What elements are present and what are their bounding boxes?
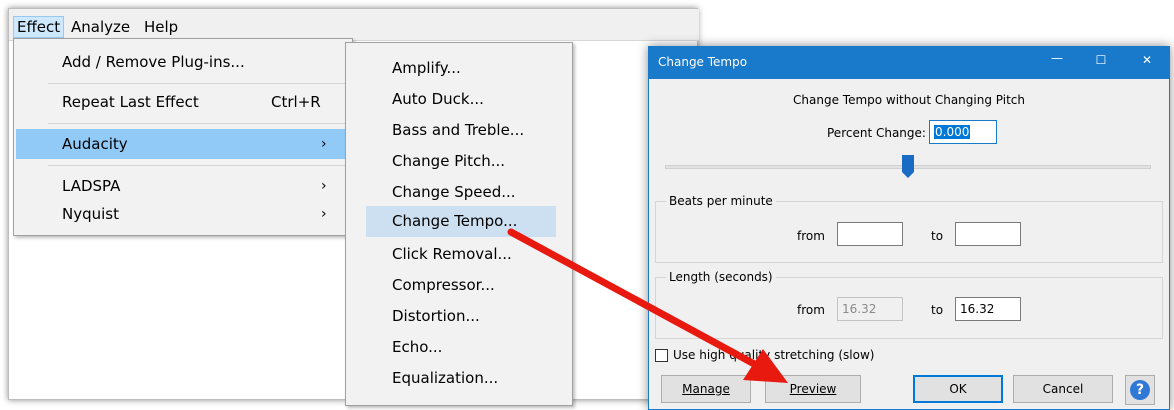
menu-item-repeat-last-effect[interactable]: Repeat Last Effect Ctrl+R (16, 87, 350, 117)
percent-change-label: Percent Change: (827, 126, 926, 140)
menu-item-add-remove-plugins[interactable]: Add / Remove Plug-ins... (16, 47, 350, 77)
bpm-to-label: to (931, 229, 944, 243)
length-from-label: from (797, 303, 825, 317)
dialog-title: Change Tempo (658, 55, 748, 69)
length-from-input: 16.32 (837, 297, 903, 321)
menu-separator (48, 123, 348, 124)
length-group-title: Length (seconds) (666, 270, 776, 284)
close-icon[interactable]: ✕ (1137, 53, 1157, 73)
percent-change-value: 0.000 (934, 125, 971, 139)
effect-dropdown-menu: Add / Remove Plug-ins... Repeat Last Eff… (13, 38, 353, 236)
minimize-icon[interactable]: — (1047, 51, 1067, 71)
ok-button-label: OK (949, 382, 967, 396)
help-icon: ? (1130, 380, 1150, 400)
submenu-item-change-speed[interactable]: Change Speed... (366, 177, 556, 208)
bpm-group: Beats per minute (655, 194, 1163, 263)
menu-item-label: Repeat Last Effect (62, 93, 199, 111)
submenu-item-equalization[interactable]: Equalization... (366, 363, 556, 394)
menu-item-label: Nyquist (62, 205, 119, 223)
help-button[interactable]: ? (1125, 375, 1155, 405)
menu-help[interactable]: Help (141, 16, 181, 38)
menu-item-ladspa[interactable]: LADSPA › (16, 171, 350, 201)
length-from-value: 16.32 (842, 302, 877, 316)
submenu-item-change-tempo[interactable]: Change Tempo... (366, 206, 556, 237)
submenu-item-click-removal[interactable]: Click Removal... (366, 239, 556, 270)
menu-separator (48, 83, 348, 84)
menu-analyze[interactable]: Analyze (68, 16, 133, 38)
bpm-to-input[interactable] (955, 222, 1021, 246)
high-quality-checkbox-label[interactable]: Use high quality stretching (slow) (673, 348, 874, 362)
change-tempo-dialog: Change Tempo — ☐ ✕ Change Tempo without … (648, 46, 1170, 410)
manage-button[interactable]: Manage (661, 375, 751, 403)
menu-item-label: Audacity (62, 135, 128, 153)
chevron-right-icon: › (321, 136, 327, 152)
bpm-from-input[interactable] (837, 222, 903, 246)
submenu-item-change-pitch[interactable]: Change Pitch... (366, 146, 556, 177)
high-quality-checkbox[interactable] (655, 349, 668, 362)
chevron-right-icon: › (321, 178, 327, 194)
menu-item-nyquist[interactable]: Nyquist › (16, 199, 350, 229)
chevron-right-icon: › (321, 206, 327, 222)
dialog-heading: Change Tempo without Changing Pitch (793, 93, 1025, 107)
submenu-item-bass-and-treble[interactable]: Bass and Treble... (366, 115, 556, 146)
menu-separator (48, 165, 348, 166)
menu-bar: Effect Analyze Help (9, 9, 699, 41)
submenu-item-distortion[interactable]: Distortion... (366, 301, 556, 332)
length-group: Length (seconds) (655, 270, 1163, 339)
cancel-button[interactable]: Cancel (1013, 375, 1113, 403)
audacity-submenu: Amplify... Auto Duck... Bass and Treble.… (345, 42, 573, 406)
slider-thumb[interactable] (902, 155, 914, 179)
percent-change-input[interactable]: 0.000 (929, 120, 997, 144)
cancel-button-label: Cancel (1042, 382, 1084, 396)
menu-item-label: LADSPA (62, 177, 121, 195)
ok-button[interactable]: OK (913, 375, 1003, 403)
submenu-item-amplify[interactable]: Amplify... (366, 53, 556, 84)
dialog-titlebar[interactable]: Change Tempo — ☐ ✕ (649, 47, 1169, 79)
menu-item-label: Add / Remove Plug-ins... (62, 53, 245, 71)
bpm-from-label: from (797, 229, 825, 243)
length-to-input[interactable]: 16.32 (955, 297, 1021, 321)
preview-button-label: Preview (789, 382, 837, 396)
menu-effect[interactable]: Effect (13, 16, 65, 38)
submenu-item-auto-duck[interactable]: Auto Duck... (366, 84, 556, 115)
submenu-item-compressor[interactable]: Compressor... (366, 270, 556, 301)
length-to-label: to (931, 303, 944, 317)
length-to-value: 16.32 (960, 302, 995, 316)
menu-item-audacity[interactable]: Audacity › (16, 129, 350, 159)
submenu-item-echo[interactable]: Echo... (366, 332, 556, 363)
preview-button[interactable]: Preview (765, 375, 861, 403)
maximize-icon[interactable]: ☐ (1091, 53, 1111, 73)
bpm-group-title: Beats per minute (666, 194, 776, 208)
manage-button-label: Manage (682, 382, 730, 396)
shortcut-label: Ctrl+R (271, 93, 321, 111)
